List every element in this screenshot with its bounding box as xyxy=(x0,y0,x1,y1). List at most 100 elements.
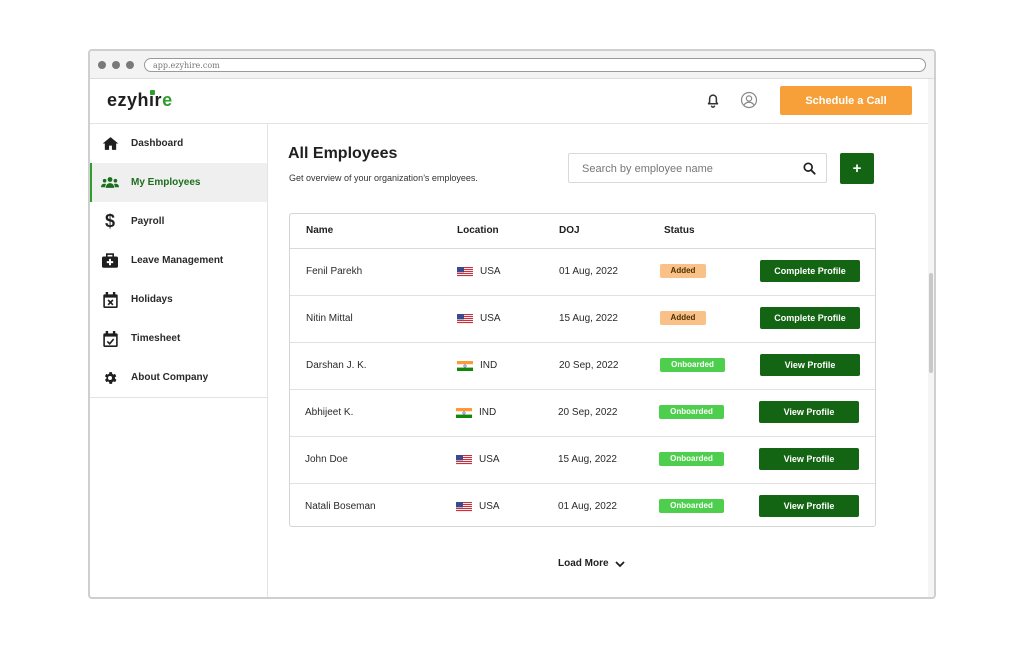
table-row: Darshan J. K. IND 20 Sep, 2022 Onboarded Vie… xyxy=(290,343,875,390)
scrollbar-thumb[interactable] xyxy=(929,273,933,373)
sidebar-item-label: Dashboard xyxy=(131,138,184,149)
browser-chrome: app.ezyhire.com xyxy=(90,51,934,79)
employee-doj: 01 Aug, 2022 xyxy=(558,501,617,512)
view-profile-button[interactable]: View Profile xyxy=(759,401,859,423)
employee-location: IND xyxy=(479,407,497,418)
sidebar-nav: Dashboard My Employees $ Payroll Leave M… xyxy=(90,124,267,398)
search-box xyxy=(568,153,827,183)
usa-flag-icon xyxy=(456,502,472,512)
employee-location: USA xyxy=(480,313,501,324)
dollar-icon: $ xyxy=(104,211,115,231)
india-flag-icon xyxy=(457,361,473,371)
employees-table: Name Location DOJ Status Fenil Parekh USA… xyxy=(289,213,876,527)
main-content: All Employees Get overview of your organ… xyxy=(268,124,928,597)
column-header-name[interactable]: Name xyxy=(306,225,333,236)
sidebar: Dashboard My Employees $ Payroll Leave M… xyxy=(90,124,268,597)
table-row: Nitin Mittal USA 15 Aug, 2022 Added Complete… xyxy=(290,296,875,343)
usa-flag-icon xyxy=(457,314,473,324)
gear-icon xyxy=(101,369,119,387)
window-control-dot[interactable] xyxy=(112,60,120,69)
employee-location: USA xyxy=(479,454,500,465)
employee-name: Nitin Mittal xyxy=(306,313,353,324)
employee-doj: 20 Sep, 2022 xyxy=(559,360,619,371)
home-icon xyxy=(101,135,119,153)
sidebar-item-payroll[interactable]: $ Payroll xyxy=(90,202,267,241)
search-icon[interactable] xyxy=(803,162,816,175)
calendar-x-icon xyxy=(101,291,119,309)
employee-doj: 15 Aug, 2022 xyxy=(558,454,617,465)
bell-icon[interactable] xyxy=(704,91,722,109)
address-bar[interactable]: app.ezyhire.com xyxy=(144,57,926,72)
column-header-location[interactable]: Location xyxy=(457,225,499,236)
sidebar-item-about-company[interactable]: About Company xyxy=(90,358,267,397)
column-header-doj[interactable]: DOJ xyxy=(559,225,580,236)
usa-flag-icon xyxy=(456,455,472,465)
column-header-status[interactable]: Status xyxy=(664,225,695,236)
sidebar-item-dashboard[interactable]: Dashboard xyxy=(90,124,267,163)
status-badge: Onboarded xyxy=(659,405,724,419)
employee-location: USA xyxy=(479,501,500,512)
logo-text-part: e xyxy=(162,90,173,110)
add-employee-button[interactable]: + xyxy=(840,153,874,184)
status-badge: Added xyxy=(660,264,706,278)
employee-doj: 15 Aug, 2022 xyxy=(559,313,618,324)
table-row: John Doe USA 15 Aug, 2022 Onboarded View Pro… xyxy=(290,437,875,484)
sidebar-item-label: Timesheet xyxy=(131,333,181,344)
calendar-check-icon xyxy=(101,330,119,348)
chevron-down-icon xyxy=(614,560,625,567)
status-badge: Onboarded xyxy=(659,499,724,513)
india-flag-icon xyxy=(456,408,472,418)
sidebar-item-label: Payroll xyxy=(131,216,165,227)
window-control-dot[interactable] xyxy=(98,60,106,69)
load-more-label: Load More xyxy=(558,558,609,569)
sidebar-item-my-employees[interactable]: My Employees xyxy=(90,163,267,202)
page-subtitle: Get overview of your organization’s empl… xyxy=(289,173,478,183)
employee-name: Natali Boseman xyxy=(305,501,376,512)
logo-text-part: ezyh xyxy=(107,90,150,110)
sidebar-item-label: Holidays xyxy=(131,294,173,305)
sidebar-item-label: Leave Management xyxy=(131,255,224,266)
table-body: Fenil Parekh USA 01 Aug, 2022 Added Complete… xyxy=(290,249,875,530)
sidebar-item-leave-management[interactable]: Leave Management xyxy=(90,241,267,280)
complete-profile-button[interactable]: Complete Profile xyxy=(760,260,860,282)
usa-flag-icon xyxy=(457,267,473,277)
status-badge: Added xyxy=(660,311,706,325)
table-row: Natali Boseman USA 01 Aug, 2022 Onboarded Vi… xyxy=(290,484,875,530)
app-root: ezyhire Schedule a Call Dashboard My Emp… xyxy=(90,79,928,597)
status-badge: Onboarded xyxy=(660,358,725,372)
employee-name: Abhijeet K. xyxy=(305,407,354,418)
ezyhire-logo[interactable]: ezyhire xyxy=(107,90,173,111)
browser-window: app.ezyhire.com ezyhire Schedule a Call xyxy=(88,49,936,599)
page-scrollbar[interactable] xyxy=(928,79,934,597)
employee-name: John Doe xyxy=(305,454,348,465)
employee-name: Fenil Parekh xyxy=(306,266,363,277)
window-control-dot[interactable] xyxy=(126,60,134,69)
sidebar-item-holidays[interactable]: Holidays xyxy=(90,280,267,319)
search-input[interactable] xyxy=(580,155,804,183)
schedule-call-button[interactable]: Schedule a Call xyxy=(780,86,912,115)
view-profile-button[interactable]: View Profile xyxy=(760,354,860,376)
view-profile-button[interactable]: View Profile xyxy=(759,448,859,470)
medical-kit-icon xyxy=(101,252,119,270)
top-navbar: ezyhire Schedule a Call xyxy=(90,79,928,124)
logo-text-part: i xyxy=(149,90,155,110)
user-avatar-icon[interactable] xyxy=(740,91,758,109)
load-more-button[interactable]: Load More xyxy=(558,558,625,569)
employee-name: Darshan J. K. xyxy=(306,360,367,371)
employee-location: IND xyxy=(480,360,498,371)
sidebar-item-label: My Employees xyxy=(131,177,201,188)
logo-text-part: r xyxy=(154,90,163,110)
table-row: Fenil Parekh USA 01 Aug, 2022 Added Complete… xyxy=(290,249,875,296)
sidebar-item-timesheet[interactable]: Timesheet xyxy=(90,319,267,358)
users-icon xyxy=(101,174,119,192)
employee-doj: 20 Sep, 2022 xyxy=(558,407,618,418)
sidebar-item-label: About Company xyxy=(131,372,209,383)
table-header: Name Location DOJ Status xyxy=(290,214,875,249)
view-profile-button[interactable]: View Profile xyxy=(759,495,859,517)
page-title: All Employees xyxy=(288,145,398,162)
employee-doj: 01 Aug, 2022 xyxy=(559,266,618,277)
status-badge: Onboarded xyxy=(659,452,724,466)
complete-profile-button[interactable]: Complete Profile xyxy=(760,307,860,329)
table-row: Abhijeet K. IND 20 Sep, 2022 Onboarded View … xyxy=(290,390,875,437)
employee-location: USA xyxy=(480,266,501,277)
